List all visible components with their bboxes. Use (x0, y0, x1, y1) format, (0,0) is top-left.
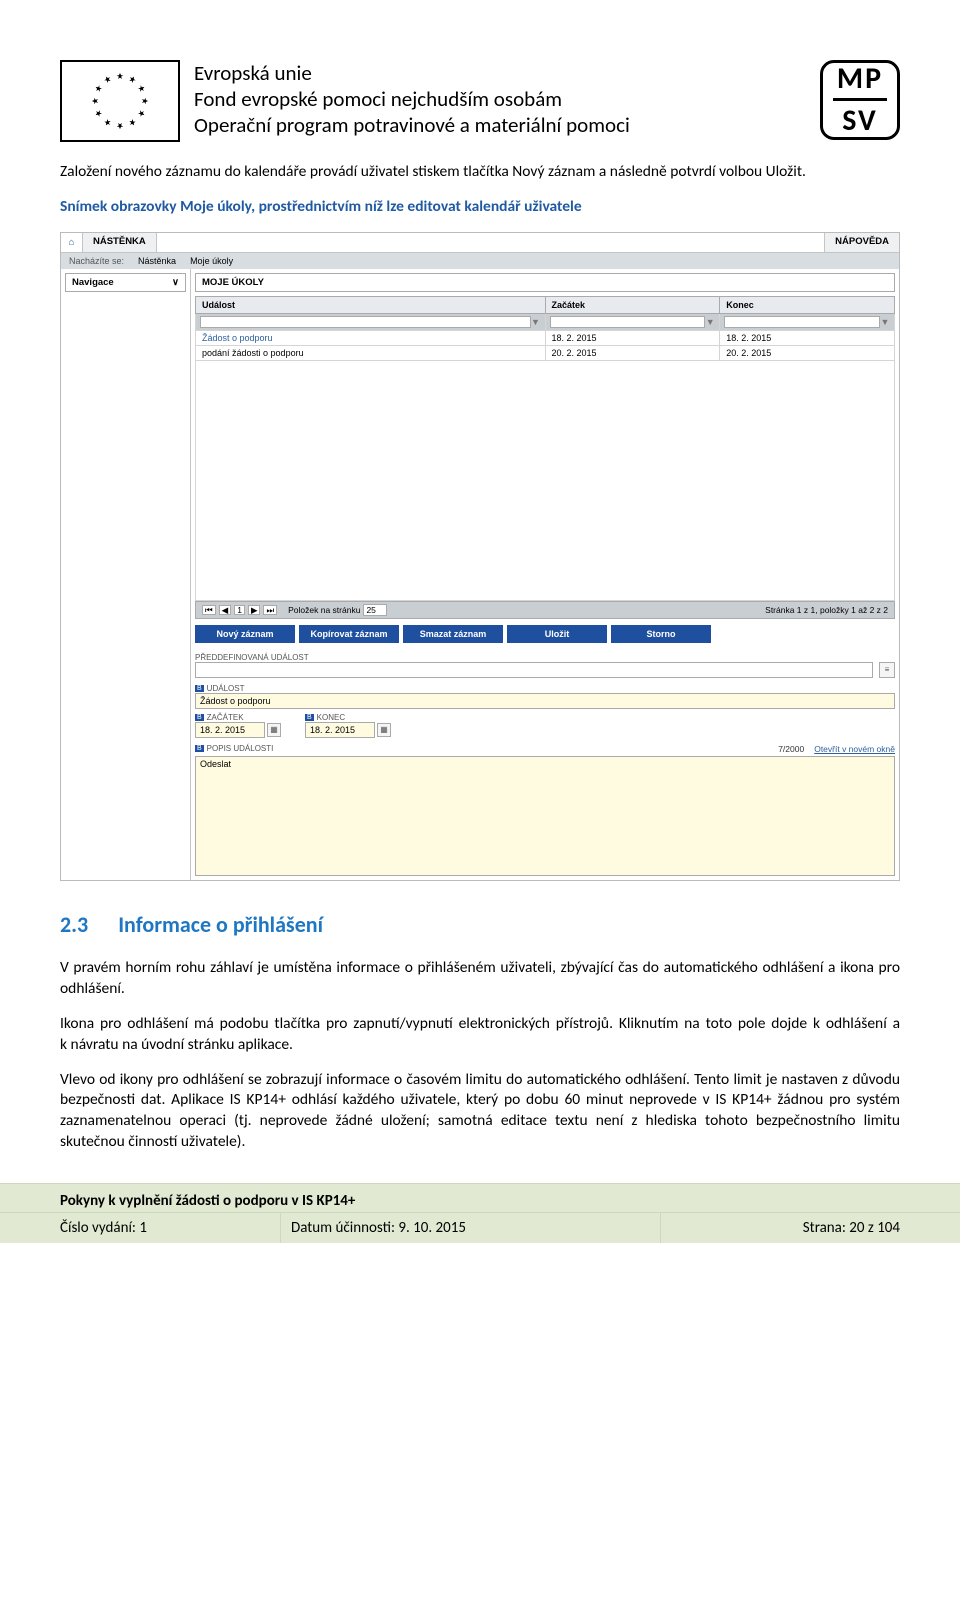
row-end: 18. 2. 2015 (720, 330, 895, 345)
tab-nastenka[interactable]: NÁSTĚNKA (83, 233, 157, 252)
pager-items-label: Položek na stránku (288, 605, 360, 615)
pager-next[interactable]: ▶ (248, 605, 261, 616)
app-top-tabs: ⌂ NÁSTĚNKA NÁPOVĚDA (61, 233, 899, 253)
delete-record-button[interactable]: Smazat záznam (403, 625, 503, 643)
home-icon[interactable]: ⌂ (61, 233, 83, 252)
desc-label: BPOPIS UDÁLOSTI (195, 744, 273, 753)
col-event[interactable]: Událost (196, 296, 546, 313)
main-panel: MOJE ÚKOLY Událost Začátek Konec ▼ ▼ ▼ (191, 269, 899, 880)
app-screenshot: ⌂ NÁSTĚNKA NÁPOVĚDA Nacházíte se: Nástěn… (60, 232, 900, 881)
filter-event[interactable] (200, 316, 531, 328)
navigation-title: Navigace (72, 277, 114, 288)
event-input[interactable]: Žádost o podporu (195, 693, 895, 709)
pager-items-select[interactable]: 25 (363, 604, 387, 616)
navigation-header[interactable]: Navigace ∨ (65, 273, 186, 292)
start-label: BZAČÁTEK (195, 713, 295, 722)
row-event: podání žádosti o podporu (196, 345, 546, 360)
filter-end[interactable] (724, 316, 880, 328)
table-row[interactable]: podání žádosti o podporu 20. 2. 2015 20.… (196, 345, 895, 360)
pager-prev[interactable]: ◀ (219, 605, 232, 616)
col-end[interactable]: Konec (720, 296, 895, 313)
calendar-icon[interactable]: ▦ (267, 723, 281, 737)
mpsv-logo: MP SV (820, 60, 900, 140)
chevron-down-icon: ∨ (172, 277, 179, 288)
open-new-window-link[interactable]: Otevřít v novém okně (814, 744, 895, 754)
funnel-icon[interactable]: ▼ (531, 317, 541, 327)
header-line-1: Evropská unie (194, 60, 806, 86)
breadcrumb: Nacházíte se: Nástěnka Moje úkoly (61, 253, 899, 269)
table-row[interactable]: Žádost o podporu 18. 2. 2015 18. 2. 2015 (196, 330, 895, 345)
end-label: BKONEC (305, 713, 405, 722)
tasks-grid: Událost Začátek Konec ▼ ▼ ▼ Žádost o pod… (195, 296, 895, 361)
row-start: 20. 2. 2015 (545, 345, 720, 360)
screenshot-caption: Snímek obrazovky Moje úkoly, prostřednic… (60, 197, 900, 218)
navigation-panel: Navigace ∨ (61, 269, 191, 880)
row-end: 20. 2. 2015 (720, 345, 895, 360)
eu-flag-logo (60, 60, 180, 142)
pager-last[interactable]: ⏭ (263, 605, 277, 616)
section-number: 2.3 (60, 911, 88, 938)
desc-textarea[interactable]: Odeslat (195, 756, 895, 876)
predef-label: PŘEDDEFINOVANÁ UDÁLOST (195, 653, 873, 662)
mpsv-bottom: SV (823, 106, 897, 136)
copy-record-button[interactable]: Kopírovat záznam (299, 625, 399, 643)
header-line-3: Operační program potravinové a materiáln… (194, 112, 806, 138)
breadcrumb-item-1[interactable]: Nástěnka (138, 256, 176, 266)
paragraph-3: Ikona pro odhlášení má podobu tlačítka p… (60, 1014, 900, 1056)
list-icon[interactable]: ≡ (879, 662, 895, 678)
section-title-text: Informace o přihlášení (118, 911, 323, 938)
desc-value: Odeslat (196, 757, 894, 771)
end-date-input[interactable]: 18. 2. 2015 (305, 722, 375, 738)
breadcrumb-item-2[interactable]: Moje úkoly (190, 256, 233, 266)
header-line-2: Fond evropské pomoci nejchudším osobám (194, 86, 806, 112)
paragraph-4: Vlevo od ikony pro odhlášení se zobrazuj… (60, 1070, 900, 1154)
letterhead-text: Evropská unie Fond evropské pomoci nejch… (194, 60, 806, 138)
letterhead: Evropská unie Fond evropské pomoci nejch… (60, 60, 900, 142)
footer-issue: Číslo vydání: 1 (0, 1213, 280, 1243)
event-label: BUDÁLOST (195, 684, 895, 693)
grid-empty-area (195, 361, 895, 601)
start-date-input[interactable]: 18. 2. 2015 (195, 722, 265, 738)
col-start[interactable]: Začátek (545, 296, 720, 313)
action-buttons: Nový záznam Kopírovat záznam Smazat zázn… (195, 625, 895, 643)
pager-first[interactable]: ⏮ (202, 605, 216, 616)
desc-counter: 7/2000 (778, 744, 804, 754)
mpsv-top: MP (823, 64, 897, 94)
funnel-icon[interactable]: ▼ (705, 317, 715, 327)
predef-input[interactable] (195, 662, 873, 678)
save-button[interactable]: Uložit (507, 625, 607, 643)
page-footer: Pokyny k vyplnění žádosti o podporu v IS… (0, 1183, 960, 1243)
footer-date: Datum účinnosti: 9. 10. 2015 (280, 1213, 660, 1243)
cancel-button[interactable]: Storno (611, 625, 711, 643)
paragraph-1: Založení nového záznamu do kalendáře pro… (60, 162, 900, 183)
footer-title: Pokyny k vyplnění žádosti o podporu v IS… (0, 1184, 960, 1212)
calendar-icon[interactable]: ▦ (377, 723, 391, 737)
row-start: 18. 2. 2015 (545, 330, 720, 345)
section-heading: 2.3 Informace o přihlášení (60, 911, 900, 938)
funnel-icon[interactable]: ▼ (880, 317, 890, 327)
footer-page: Strana: 20 z 104 (660, 1213, 960, 1243)
filter-start[interactable] (550, 316, 706, 328)
new-record-button[interactable]: Nový záznam (195, 625, 295, 643)
pager-page[interactable]: 1 (234, 605, 245, 616)
pager: ⏮ ◀ 1 ▶ ⏭ Položek na stránku 25 Stránka … (195, 601, 895, 619)
tab-help[interactable]: NÁPOVĚDA (824, 233, 899, 252)
section-title: MOJE ÚKOLY (195, 273, 895, 292)
row-event: Žádost o podporu (196, 330, 546, 345)
breadcrumb-label: Nacházíte se: (69, 256, 124, 266)
paragraph-2: V pravém horním rohu záhlaví je umístěna… (60, 958, 900, 1000)
pager-info: Stránka 1 z 1, položky 1 až 2 z 2 (765, 605, 888, 615)
